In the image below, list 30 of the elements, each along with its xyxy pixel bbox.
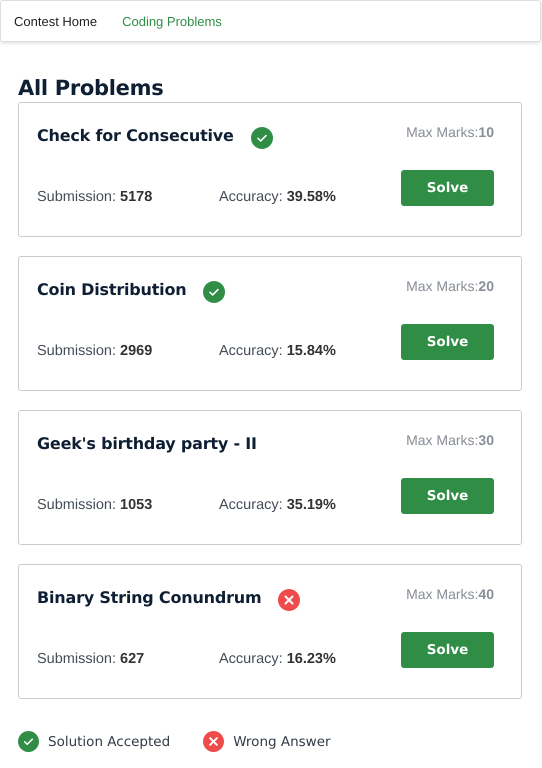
nav-tab[interactable]: Contest Home [14, 14, 98, 28]
check-icon [250, 127, 273, 149]
legend-label: Wrong Answer [233, 734, 331, 750]
check-icon [18, 731, 39, 752]
problem-title: Check for Consecutive [37, 125, 234, 147]
submission-count: Submission: 2969 [37, 342, 154, 360]
solve-button[interactable]: Solve [401, 632, 494, 668]
max-marks: Max Marks:10 [406, 123, 494, 141]
page-heading: All Problems [18, 76, 164, 100]
solve-button[interactable]: Solve [401, 170, 494, 206]
accuracy-value: Accuracy: 39.58% [219, 188, 336, 206]
submission-count: Submission: 5178 [37, 188, 154, 206]
problem-title: Binary String Conundrum [37, 587, 262, 609]
solve-button[interactable]: Solve [401, 324, 494, 360]
solve-button[interactable]: Solve [401, 478, 494, 514]
max-marks: Max Marks:40 [406, 585, 494, 603]
cross-icon [203, 731, 224, 752]
submission-count: Submission: 1053 [37, 496, 154, 514]
problem-title: Coin Distribution [37, 279, 186, 301]
accuracy-value: Accuracy: 16.23% [219, 650, 336, 668]
legend-label: Solution Accepted [48, 734, 170, 750]
problem-title: Geek's birthday party - II [37, 433, 257, 455]
max-marks: Max Marks:30 [406, 431, 494, 449]
cross-icon [278, 589, 300, 611]
max-marks: Max Marks:20 [406, 277, 494, 295]
accuracy-value: Accuracy: 15.84% [219, 342, 336, 360]
accuracy-value: Accuracy: 35.19% [219, 496, 336, 514]
submission-count: Submission: 627 [37, 650, 146, 668]
check-icon [203, 281, 226, 303]
nav-tab[interactable]: Coding Problems [122, 14, 222, 28]
